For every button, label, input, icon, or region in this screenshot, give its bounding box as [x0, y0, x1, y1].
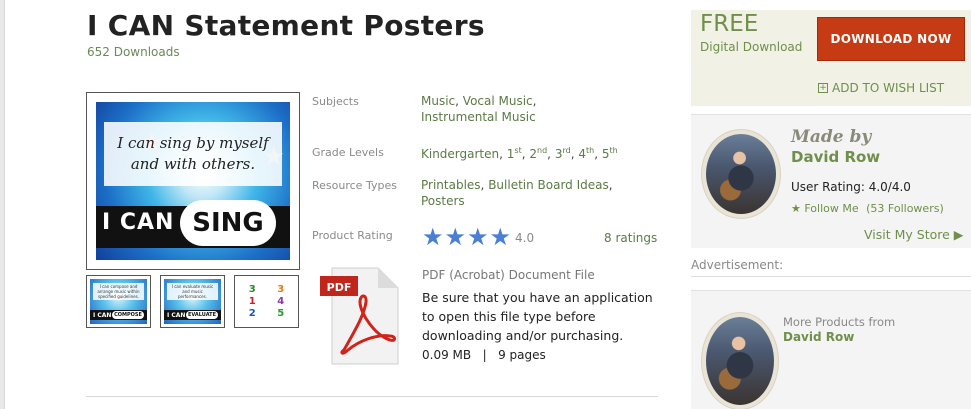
file-type: PDF (Acrobat) Document File	[422, 268, 595, 282]
thumbnail-ican: I CAN	[167, 312, 186, 319]
star-icon: ★	[467, 223, 489, 251]
followers-count: (53 Followers)	[866, 202, 944, 215]
subject-link[interactable]: Vocal Music	[463, 94, 533, 108]
resource-link[interactable]: Printables	[421, 178, 481, 192]
grade-link[interactable]: Kindergarten	[421, 147, 499, 161]
grade-link[interactable]: 2nd	[529, 146, 547, 161]
thumbnail-3[interactable]: 3 3 1 4 2 5	[234, 275, 299, 328]
product-title: I CAN Statement Posters	[87, 9, 485, 42]
thumbnail-1[interactable]: I can compose and arrange music within s…	[86, 275, 151, 328]
main-preview-image[interactable]: ★ ★ I can sing by myself and with others…	[86, 92, 300, 270]
poster-statement: I can sing by myself and with others.	[104, 122, 282, 186]
more-products-seller-link[interactable]: David Row	[783, 330, 854, 344]
file-meta-divider: |	[482, 348, 487, 362]
price: FREE	[700, 11, 759, 37]
rating-stars: ★ ★ ★ ★	[422, 225, 511, 249]
grade-levels-label: Grade Levels	[312, 146, 384, 159]
thumbnail-text: I can compose and arrange music within s…	[93, 283, 144, 300]
wish-list-label: ADD TO WISH LIST	[832, 81, 945, 95]
thumbnail-ican: I CAN	[93, 312, 112, 319]
made-by-label: Made by	[791, 127, 872, 147]
grade-link[interactable]: 5th	[602, 146, 618, 161]
grade-link[interactable]: 4th	[578, 146, 594, 161]
pdf-file-icon: PDF	[320, 267, 399, 365]
thumbnail-text: I can evaluate music and music performan…	[167, 283, 218, 300]
follow-label: Follow Me	[804, 202, 859, 215]
visit-my-store-link[interactable]: Visit My Store ▶	[864, 227, 963, 242]
resource-types-label: Resource Types	[312, 179, 397, 192]
thumbnail-number: 1	[248, 296, 256, 307]
star-icon: ★	[422, 223, 444, 251]
pdf-icon-label: PDF	[327, 281, 352, 294]
section-divider	[86, 396, 658, 397]
star-icon: ★	[444, 223, 467, 251]
star-icon: ★	[489, 223, 512, 251]
download-count: 652 Downloads	[87, 45, 180, 59]
poster-line-1: I can sing by myself	[117, 134, 269, 152]
thumbnail-number: 2	[248, 308, 256, 319]
rating-value: 4.0	[515, 231, 535, 245]
grade-levels-value: Kindergarten, 1st, 2nd, 3rd, 4th, 5th	[421, 146, 618, 161]
more-products-label: More Products from	[783, 315, 896, 329]
price-subtitle: Digital Download	[700, 40, 803, 54]
thumbnail-number: 3	[277, 284, 285, 295]
subjects-value: Music, Vocal Music, Instrumental Music	[421, 94, 537, 124]
thumbnail-word: EVALUATE	[186, 311, 218, 319]
seller-avatar-small[interactable]	[702, 313, 778, 409]
seller-name-link[interactable]: David Row	[791, 148, 880, 166]
follow-me-link[interactable]: ★ Follow Me (53 Followers)	[791, 202, 944, 215]
poster-image: ★ ★ I can sing by myself and with others…	[96, 102, 290, 260]
resource-link[interactable]: Posters	[421, 194, 465, 208]
thumbnail-number: 4	[277, 296, 285, 307]
ratings-count-link[interactable]: 8 ratings	[604, 231, 657, 245]
page-count: 9 pages	[498, 348, 546, 362]
poster-word: SING	[180, 200, 276, 246]
thumbnail-2[interactable]: I can evaluate music and music performan…	[160, 275, 225, 328]
file-meta: 0.09 MB | 9 pages	[422, 348, 546, 362]
seller-avatar[interactable]	[702, 130, 780, 218]
file-size: 0.09 MB	[422, 348, 472, 362]
thumbnail-word: COMPOSE	[112, 311, 144, 319]
add-to-wish-list-link[interactable]: + ADD TO WISH LIST	[818, 81, 944, 95]
left-border	[0, 0, 5, 409]
subject-link[interactable]: Instrumental Music	[421, 110, 536, 124]
star-icon: ★	[791, 202, 801, 215]
product-rating-label: Product Rating	[312, 229, 393, 242]
ad-divider	[691, 276, 971, 277]
advertisement-label: Advertisement:	[691, 258, 784, 272]
subject-link[interactable]: Music	[421, 94, 455, 108]
user-rating: User Rating: 4.0/4.0	[791, 180, 911, 194]
grade-link[interactable]: 3rd	[555, 146, 571, 161]
poster-line-2: and with others.	[130, 155, 256, 173]
resource-link[interactable]: Bulletin Board Ideas	[488, 178, 609, 192]
thumbnail-number: 3	[248, 284, 256, 295]
thumbnail-number: 5	[277, 308, 285, 319]
file-note: Be sure that you have an application to …	[422, 290, 653, 343]
grade-link[interactable]: 1st	[507, 146, 522, 161]
subjects-label: Subjects	[312, 95, 359, 108]
download-now-button[interactable]: DOWNLOAD NOW	[817, 17, 965, 61]
poster-ican: I CAN	[102, 210, 175, 235]
plus-icon: +	[818, 83, 828, 93]
resource-types-value: Printables, Bulletin Board Ideas, Poster…	[421, 178, 613, 208]
